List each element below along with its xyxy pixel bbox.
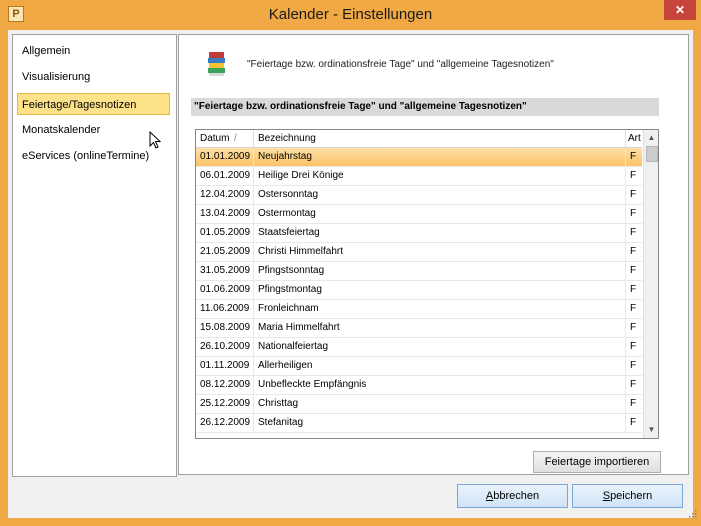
settings-nav: Allgemein Visualisierung Feiertage/Tages…	[12, 34, 177, 477]
cell-art: F	[630, 303, 637, 314]
cell-date: 25.12.2009	[196, 395, 254, 413]
table-row[interactable]: 11.06.2009 Fronleichnam F	[196, 300, 642, 319]
cell-bezeichnung: Ostersonntag	[254, 186, 626, 204]
cell-bezeichnung: Pfingstmontag	[254, 281, 626, 299]
table-row[interactable]: 12.04.2009 Ostersonntag F	[196, 186, 642, 205]
cell-bezeichnung: Ostermontag	[254, 205, 626, 223]
cell-bezeichnung: Allerheiligen	[254, 357, 626, 375]
cell-bezeichnung: Staatsfeiertag	[254, 224, 626, 242]
cell-art: F	[630, 265, 637, 276]
cell-date: 31.05.2009	[196, 262, 254, 280]
nav-item-feiertage[interactable]: Feiertage/Tagesnotizen	[17, 93, 170, 115]
window-title: Kalender - Einstellungen	[268, 6, 433, 23]
table-row[interactable]: 21.05.2009 Christi Himmelfahrt F	[196, 243, 642, 262]
cell-art: F	[630, 246, 637, 257]
cell-date: 11.06.2009	[196, 300, 254, 318]
title-bar[interactable]: P Kalender - Einstellungen ✕	[0, 0, 701, 28]
column-header-bezeichnung[interactable]: Bezeichnung	[254, 130, 626, 147]
cell-art: F	[630, 170, 637, 181]
table-row[interactable]: 13.04.2009 Ostermontag F	[196, 205, 642, 224]
sort-indicator: /	[234, 133, 237, 144]
nav-item-allgemein[interactable]: Allgemein	[18, 40, 168, 62]
cell-date: 01.01.2009	[196, 148, 254, 166]
table-row[interactable]: 26.10.2009 Nationalfeiertag F	[196, 338, 642, 357]
cell-bezeichnung: Heilige Drei Könige	[254, 167, 626, 185]
cell-art: F	[630, 360, 637, 371]
nav-item-monatskalender[interactable]: Monatskalender	[18, 119, 168, 141]
cell-art: F	[630, 398, 637, 409]
cell-art: F	[630, 322, 637, 333]
dialog-body: Allgemein Visualisierung Feiertage/Tages…	[8, 30, 693, 518]
cell-date: 13.04.2009	[196, 205, 254, 223]
cell-date: 12.04.2009	[196, 186, 254, 204]
table-row[interactable]: 26.12.2009 Stefanitag F	[196, 414, 642, 433]
cell-date: 06.01.2009	[196, 167, 254, 185]
cell-date: 26.12.2009	[196, 414, 254, 432]
cell-date: 01.06.2009	[196, 281, 254, 299]
cell-art: F	[630, 379, 637, 390]
cell-bezeichnung: Pfingstsonntag	[254, 262, 626, 280]
cell-art: F	[630, 208, 637, 219]
cell-bezeichnung: Christtag	[254, 395, 626, 413]
holiday-table[interactable]: Datum / Bezeichnung Art 01.01.2009 Neujah…	[195, 129, 659, 439]
table-row[interactable]: 08.12.2009 Unbefleckte Empfängnis F	[196, 376, 642, 395]
resize-grip-icon[interactable]	[687, 508, 697, 518]
close-button[interactable]: ✕	[664, 0, 696, 20]
table-row[interactable]: 15.08.2009 Maria Himmelfahrt F	[196, 319, 642, 338]
table-row[interactable]: 25.12.2009 Christtag F	[196, 395, 642, 414]
cell-date: 08.12.2009	[196, 376, 254, 394]
scroll-down-icon[interactable]: ▼	[644, 422, 658, 437]
cell-bezeichnung: Neujahrstag	[254, 148, 626, 166]
table-row[interactable]: 06.01.2009 Heilige Drei Könige F	[196, 167, 642, 186]
cell-bezeichnung: Nationalfeiertag	[254, 338, 626, 356]
table-row[interactable]: 01.01.2009 Neujahrstag F	[196, 148, 642, 167]
cell-art: F	[630, 189, 637, 200]
dialog-window: P Kalender - Einstellungen ✕ Allgemein V…	[0, 0, 701, 526]
cell-date: 26.10.2009	[196, 338, 254, 356]
nav-item-eservices[interactable]: eServices (onlineTermine)	[18, 145, 168, 167]
cell-art: F	[630, 227, 637, 238]
table-row[interactable]: 01.05.2009 Staatsfeiertag F	[196, 224, 642, 243]
cell-date: 21.05.2009	[196, 243, 254, 261]
scroll-thumb[interactable]	[646, 146, 658, 162]
cell-art: F	[630, 284, 637, 295]
column-header-art[interactable]: Art	[626, 130, 642, 147]
cell-bezeichnung: Maria Himmelfahrt	[254, 319, 626, 337]
cell-bezeichnung: Unbefleckte Empfängnis	[254, 376, 626, 394]
cell-bezeichnung: Stefanitag	[254, 414, 626, 432]
nav-item-visualisierung[interactable]: Visualisierung	[18, 66, 168, 88]
table-row[interactable]: 01.06.2009 Pfingstmontag F	[196, 281, 642, 300]
section-title: "Feiertage bzw. ordinationsfreie Tage" u…	[191, 98, 659, 116]
cell-date: 15.08.2009	[196, 319, 254, 337]
table-row[interactable]: 01.11.2009 Allerheiligen F	[196, 357, 642, 376]
table-header: Datum / Bezeichnung Art	[196, 130, 642, 148]
cell-art: F	[630, 417, 637, 428]
scroll-up-icon[interactable]: ▲	[644, 130, 658, 145]
mouse-cursor-icon	[149, 131, 161, 149]
cancel-button[interactable]: Abbrechen	[457, 484, 568, 508]
column-header-datum[interactable]: Datum /	[196, 130, 254, 147]
feiertage-panel: "Feiertage bzw. ordinationsfreie Tage" u…	[178, 34, 689, 475]
books-icon	[208, 52, 225, 76]
panel-header-text: "Feiertage bzw. ordinationsfreie Tage" u…	[247, 59, 554, 70]
cell-date: 01.11.2009	[196, 357, 254, 375]
cell-bezeichnung: Christi Himmelfahrt	[254, 243, 626, 261]
table-row[interactable]: 31.05.2009 Pfingstsonntag F	[196, 262, 642, 281]
cell-date: 01.05.2009	[196, 224, 254, 242]
vertical-scrollbar[interactable]: ▲ ▼	[643, 130, 658, 438]
import-holidays-button[interactable]: Feiertage importieren	[533, 451, 661, 473]
cell-art: F	[630, 341, 637, 352]
cell-art: F	[630, 151, 637, 162]
save-button[interactable]: Speichern	[572, 484, 683, 508]
cell-bezeichnung: Fronleichnam	[254, 300, 626, 318]
